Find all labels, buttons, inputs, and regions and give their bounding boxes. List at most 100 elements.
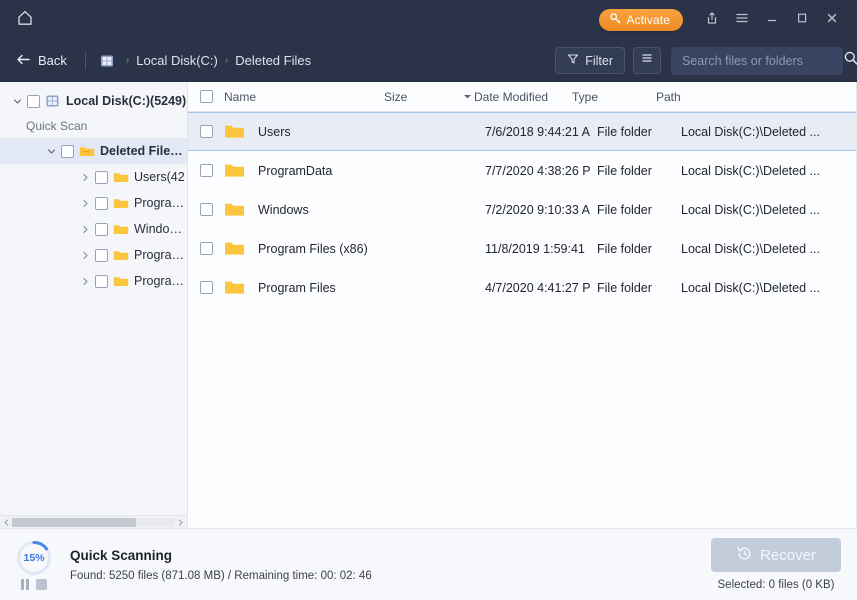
- pause-icon[interactable]: [20, 579, 30, 590]
- select-all-checkbox[interactable]: [200, 90, 213, 103]
- table-row[interactable]: ProgramData 7/7/2020 4:38:26 P File fold…: [188, 151, 856, 190]
- row-checkbox[interactable]: [200, 281, 213, 294]
- tree-item-windows[interactable]: Windows...: [0, 216, 187, 242]
- recover-button[interactable]: Recover: [711, 538, 841, 572]
- tree-checkbox-local-disk[interactable]: [27, 94, 40, 108]
- tree-label-users: Users(42: [134, 170, 185, 184]
- scrollbar-track[interactable]: [12, 517, 175, 527]
- tree-label-deleted-files: Deleted Files...: [100, 144, 187, 158]
- chevron-right-icon[interactable]: [78, 196, 92, 210]
- cell-name: Program Files (x86): [258, 241, 368, 256]
- status-text-group: Quick Scanning Found: 5250 files (871.08…: [70, 548, 372, 582]
- tree-checkbox-users[interactable]: [95, 170, 108, 184]
- table-row[interactable]: Users 7/6/2018 9:44:21 A File folder Loc…: [188, 112, 856, 151]
- cell-path: Local Disk(C:)\Deleted ...: [681, 241, 820, 256]
- column-header-path[interactable]: Path: [656, 90, 856, 104]
- minimize-button[interactable]: [759, 7, 785, 33]
- chevron-right-icon[interactable]: [78, 248, 92, 262]
- column-header-date-modified[interactable]: Date Modified: [460, 90, 572, 104]
- folder-icon: [113, 248, 129, 262]
- folder-icon: [113, 170, 129, 184]
- close-icon: [825, 11, 839, 30]
- column-label-size: Size: [384, 89, 408, 104]
- table-row[interactable]: Windows 7/2/2020 9:10:33 A File folder L…: [188, 190, 856, 229]
- row-checkbox[interactable]: [200, 242, 213, 255]
- cell-type: File folder: [597, 280, 652, 295]
- chevron-right-icon[interactable]: [175, 517, 186, 528]
- cell-type: File folder: [597, 163, 652, 178]
- chevron-right-icon[interactable]: [78, 274, 92, 288]
- column-header-type[interactable]: Type: [572, 90, 656, 104]
- row-checkbox[interactable]: [200, 164, 213, 177]
- cell-name: Program Files: [258, 280, 336, 295]
- close-button[interactable]: [819, 7, 845, 33]
- tree-item-deleted-files[interactable]: Deleted Files...: [0, 138, 187, 164]
- table-row[interactable]: Program Files (x86) 11/8/2019 1:59:41 Fi…: [188, 229, 856, 268]
- chevron-right-icon[interactable]: [78, 222, 92, 236]
- maximize-button[interactable]: [789, 7, 815, 33]
- tree-item-users[interactable]: Users(42: [0, 164, 187, 190]
- folder-icon: [224, 162, 245, 179]
- share-button[interactable]: [699, 7, 725, 33]
- breadcrumb-item-deleted-files[interactable]: Deleted Files: [235, 53, 311, 68]
- search-input[interactable]: [682, 53, 843, 68]
- view-mode-button[interactable]: [633, 47, 661, 74]
- cell-date-modified: 7/7/2020 4:38:26 P: [485, 163, 591, 178]
- row-checkbox[interactable]: [200, 203, 213, 216]
- back-button[interactable]: Back: [12, 50, 71, 72]
- recover-group: Recover Selected: 0 files (0 KB): [711, 538, 841, 591]
- disk-icon: [100, 54, 114, 68]
- sort-descending-caret-icon[interactable]: [460, 93, 474, 100]
- recover-label: Recover: [760, 546, 816, 564]
- minimize-icon: [765, 11, 779, 30]
- search-box[interactable]: [671, 46, 857, 75]
- breadcrumb-item-local-disk[interactable]: Local Disk(C:): [136, 53, 218, 68]
- cell-path: Local Disk(C:)\Deleted ...: [681, 202, 820, 217]
- tree-checkbox-program-files[interactable]: [95, 274, 108, 288]
- row-checkbox[interactable]: [200, 125, 213, 138]
- chevron-down-icon[interactable]: [10, 94, 24, 108]
- column-header-name[interactable]: Name: [188, 90, 384, 104]
- tree-item-program-files-x86[interactable]: Program ...: [0, 242, 187, 268]
- file-rows: Users 7/6/2018 9:44:21 A File folder Loc…: [188, 112, 856, 528]
- window-controls: [699, 7, 845, 33]
- chevron-left-icon[interactable]: [1, 517, 12, 528]
- sidebar-horizontal-scrollbar[interactable]: [0, 515, 187, 528]
- activate-button[interactable]: Activate: [598, 9, 683, 31]
- tree-item-programdata[interactable]: Program...: [0, 190, 187, 216]
- table-row[interactable]: Program Files 4/7/2020 4:41:27 P File fo…: [188, 268, 856, 307]
- column-header-size[interactable]: Size: [384, 90, 460, 104]
- scan-status-title: Quick Scanning: [70, 547, 173, 563]
- tree-checkbox-windows[interactable]: [95, 222, 108, 236]
- cell-type: File folder: [597, 202, 652, 217]
- tree-item-program-files[interactable]: Program ...: [0, 268, 187, 294]
- filter-button[interactable]: Filter: [555, 47, 625, 74]
- chevron-down-icon[interactable]: [44, 144, 58, 158]
- restore-clock-icon: [736, 545, 753, 566]
- filter-label: Filter: [585, 53, 613, 68]
- column-label-date-modified: Date Modified: [474, 89, 549, 104]
- key-icon: [609, 12, 622, 28]
- cell-path: Local Disk(C:)\Deleted ...: [681, 163, 820, 178]
- tree-checkbox-program-files-x86[interactable]: [95, 248, 108, 262]
- cell-date-modified: 4/7/2020 4:41:27 P: [485, 280, 591, 295]
- tree-checkbox-deleted-files[interactable]: [61, 144, 74, 158]
- file-list-panel: Name Size Date Modified Type Path Users …: [188, 82, 857, 528]
- home-button[interactable]: [10, 6, 40, 34]
- funnel-icon: [567, 53, 579, 68]
- scan-controls: [20, 579, 48, 590]
- tree-label-programdata: Program...: [134, 196, 187, 210]
- list-view-icon: [640, 51, 654, 70]
- menu-button[interactable]: [729, 7, 755, 33]
- activate-label: Activate: [626, 13, 670, 27]
- scrollbar-thumb[interactable]: [12, 517, 136, 527]
- tree-label-local-disk: Local Disk(C:)(5249): [66, 94, 187, 108]
- scan-status-details: Found: 5250 files (871.08 MB) / Remainin…: [70, 569, 372, 582]
- tree-checkbox-programdata[interactable]: [95, 196, 108, 210]
- chevron-right-icon[interactable]: [78, 170, 92, 184]
- stop-icon[interactable]: [36, 579, 48, 590]
- tree-item-local-disk[interactable]: Local Disk(C:)(5249): [0, 88, 187, 114]
- home-icon: [16, 9, 34, 32]
- cell-name: Users: [258, 124, 291, 139]
- search-icon[interactable]: [843, 50, 857, 71]
